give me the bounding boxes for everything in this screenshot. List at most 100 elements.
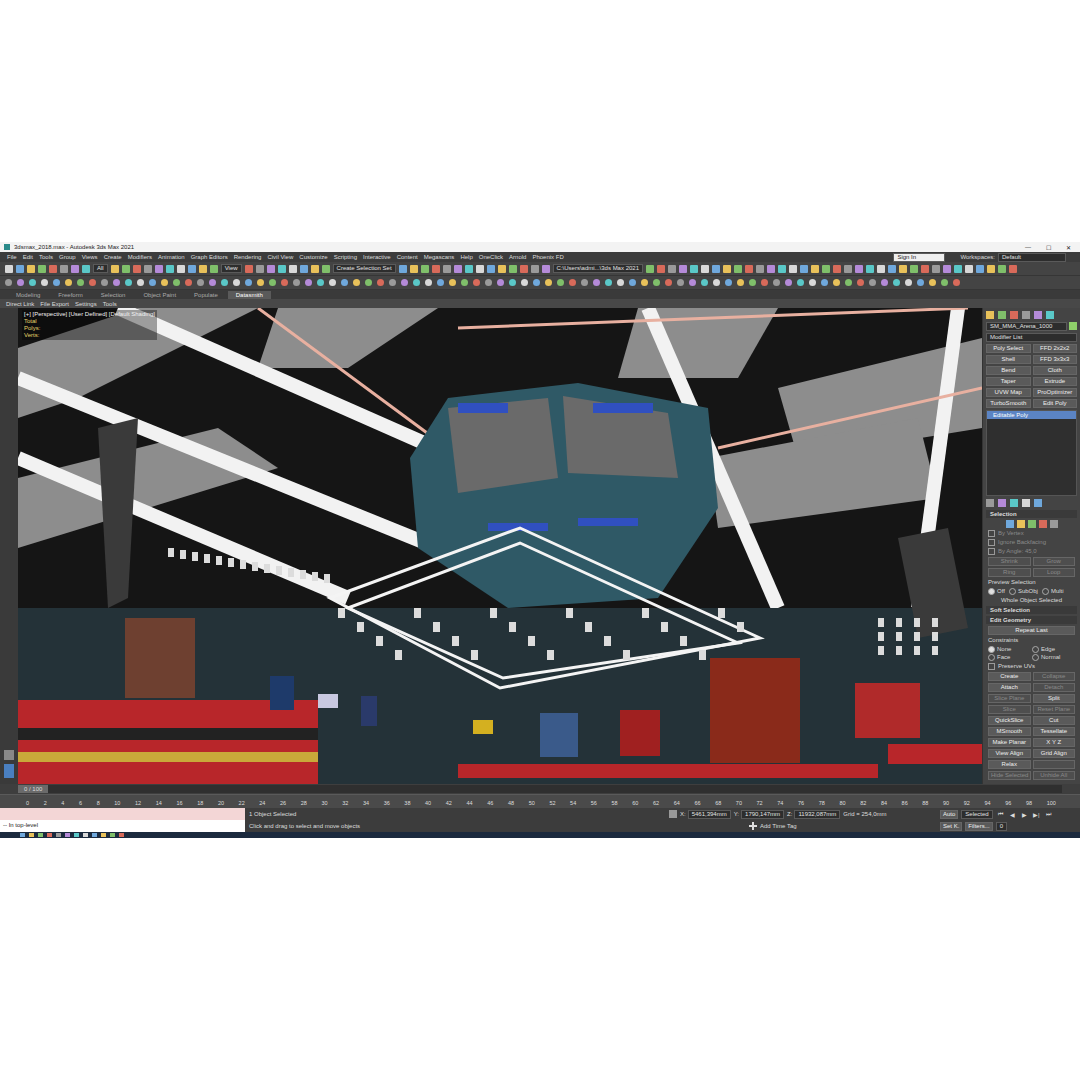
- rollout-header[interactable]: Edit Geometry: [986, 616, 1077, 624]
- tool-icon[interactable]: [844, 265, 852, 273]
- tool-icon[interactable]: [101, 279, 108, 286]
- tool-icon[interactable]: [531, 265, 539, 273]
- tool-icon[interactable]: [305, 279, 312, 286]
- current-frame-field[interactable]: 0: [996, 822, 1007, 831]
- selection-button[interactable]: Grow: [1033, 557, 1076, 566]
- menu-item[interactable]: Arnold: [506, 254, 529, 260]
- tool-icon[interactable]: [461, 279, 468, 286]
- menu-item[interactable]: Group: [56, 254, 79, 260]
- tool-icon[interactable]: [617, 279, 624, 286]
- tool-icon[interactable]: [833, 265, 841, 273]
- playback-button[interactable]: ⏮: [996, 811, 1005, 818]
- sign-in-field[interactable]: Sign In: [893, 253, 945, 262]
- tool-icon[interactable]: [581, 279, 588, 286]
- tool-icon[interactable]: [701, 279, 708, 286]
- stack-tool-icon[interactable]: [1022, 499, 1030, 507]
- menu-item[interactable]: Rendering: [231, 254, 265, 260]
- geometry-button[interactable]: Split: [1033, 694, 1076, 703]
- modifier-button[interactable]: Edit Poly: [1033, 399, 1078, 408]
- maxscript-listener[interactable]: -- In top-level: [0, 808, 245, 832]
- tool-icon[interactable]: [789, 265, 797, 273]
- tool-icon[interactable]: [778, 265, 786, 273]
- modifier-button[interactable]: FFD 3x3x3: [1033, 355, 1078, 364]
- tool-icon[interactable]: [365, 279, 372, 286]
- tool-icon[interactable]: [881, 279, 888, 286]
- taskbar-app-icon[interactable]: [47, 833, 52, 837]
- ribbon-tab[interactable]: Modeling: [8, 291, 48, 299]
- tool-icon[interactable]: [317, 279, 324, 286]
- tool-icon[interactable]: [209, 279, 216, 286]
- tool-icon[interactable]: [593, 279, 600, 286]
- viewport-label[interactable]: [+] [Perspective] [User Defined] [Defaul…: [24, 311, 155, 318]
- checkbox[interactable]: [988, 548, 995, 555]
- ribbon-tab[interactable]: Datasmith: [228, 291, 271, 299]
- auto-key-button[interactable]: Auto: [940, 810, 958, 819]
- tool-icon[interactable]: [987, 265, 995, 273]
- tool-icon[interactable]: [701, 265, 709, 273]
- selection-button[interactable]: Shrink: [988, 557, 1031, 566]
- tool-icon[interactable]: [144, 265, 152, 273]
- tool-icon[interactable]: [278, 265, 286, 273]
- tool-icon[interactable]: [485, 279, 492, 286]
- geometry-button[interactable]: Reset Plane: [1033, 705, 1076, 714]
- tool-icon[interactable]: [487, 265, 495, 273]
- tool-icon[interactable]: [322, 265, 330, 273]
- tool-icon[interactable]: [300, 265, 308, 273]
- panel-tab-icon[interactable]: [1022, 311, 1030, 319]
- tool-icon[interactable]: [197, 279, 204, 286]
- add-time-tag-icon[interactable]: [749, 822, 757, 830]
- tool-icon[interactable]: [133, 265, 141, 273]
- tool-icon[interactable]: [809, 279, 816, 286]
- tool-icon[interactable]: [745, 265, 753, 273]
- geometry-button[interactable]: QuickSlice: [988, 716, 1031, 725]
- geometry-button[interactable]: View Align: [988, 749, 1031, 758]
- tool-icon[interactable]: [476, 265, 484, 273]
- ribbon-item[interactable]: Tools: [103, 301, 117, 307]
- tool-icon[interactable]: [653, 279, 660, 286]
- tool-icon[interactable]: [857, 279, 864, 286]
- subobject-icon[interactable]: [1028, 520, 1036, 528]
- subobject-icon[interactable]: [1017, 520, 1025, 528]
- tool-icon[interactable]: [629, 279, 636, 286]
- tool-icon[interactable]: [399, 265, 407, 273]
- ribbon-item[interactable]: Direct Link: [6, 301, 34, 307]
- modifier-button[interactable]: Taper: [986, 377, 1031, 386]
- menu-item[interactable]: Modifiers: [125, 254, 155, 260]
- tool-icon[interactable]: [888, 265, 896, 273]
- menu-item[interactable]: Phoenix FD: [529, 254, 566, 260]
- key-filters-button[interactable]: Filters...: [965, 822, 992, 831]
- modifier-button[interactable]: Poly Select: [986, 344, 1031, 353]
- modifier-list-dropdown[interactable]: Modifier List: [986, 333, 1077, 342]
- tool-icon[interactable]: [188, 265, 196, 273]
- tool-icon[interactable]: [797, 279, 804, 286]
- tool-icon[interactable]: [520, 265, 528, 273]
- menu-item[interactable]: Graph Editors: [188, 254, 231, 260]
- geometry-button[interactable]: Detach: [1033, 683, 1076, 692]
- tool-icon[interactable]: [5, 279, 12, 286]
- time-slider-track[interactable]: 0 / 100: [18, 785, 1062, 793]
- playback-button[interactable]: ⏭: [1044, 811, 1053, 818]
- tool-icon[interactable]: [17, 279, 24, 286]
- radio-option[interactable]: Normal: [1032, 654, 1075, 661]
- tool-icon[interactable]: [497, 279, 504, 286]
- subobject-icon[interactable]: [1050, 520, 1058, 528]
- tool-icon[interactable]: [734, 265, 742, 273]
- tool-icon[interactable]: [869, 279, 876, 286]
- taskbar-app-icon[interactable]: [29, 833, 34, 837]
- coordinate-field[interactable]: X: 5461,394mm: [680, 810, 731, 819]
- tool-icon[interactable]: [245, 265, 253, 273]
- taskbar-app-icon[interactable]: [20, 833, 25, 837]
- tool-icon[interactable]: [845, 279, 852, 286]
- tool-icon[interactable]: [432, 265, 440, 273]
- tool-icon[interactable]: [41, 279, 48, 286]
- tool-icon[interactable]: [899, 265, 907, 273]
- modifier-button[interactable]: Extrude: [1033, 377, 1078, 386]
- tool-icon[interactable]: [998, 265, 1006, 273]
- tool-icon[interactable]: [521, 279, 528, 286]
- menu-item[interactable]: Interactive: [360, 254, 394, 260]
- tool-icon[interactable]: [257, 279, 264, 286]
- stack-tool-icon[interactable]: [1034, 499, 1042, 507]
- tool-icon[interactable]: [256, 265, 264, 273]
- tool-icon[interactable]: [821, 279, 828, 286]
- tool-icon[interactable]: [65, 279, 72, 286]
